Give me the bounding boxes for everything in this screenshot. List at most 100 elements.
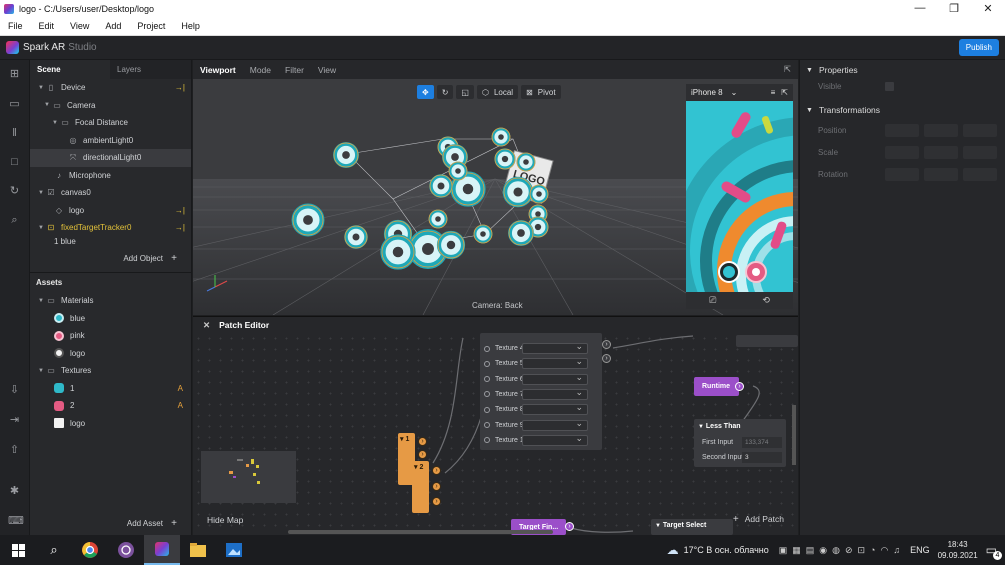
menu-file[interactable]: File bbox=[5, 21, 26, 31]
texture-dropdown[interactable] bbox=[522, 387, 588, 400]
import-icon[interactable]: ⇩ bbox=[8, 384, 21, 397]
position-x-input[interactable] bbox=[885, 123, 919, 137]
search-icon[interactable]: ⌕ bbox=[36, 535, 72, 565]
texture-input-row[interactable]: Texture 6 bbox=[480, 372, 602, 387]
tree-item-canvas[interactable]: ▼ ☑ canvas0 bbox=[30, 184, 191, 202]
properties-section[interactable]: ▼ Properties bbox=[800, 60, 1005, 75]
tree-item-microphone[interactable]: ♪ Microphone bbox=[30, 167, 191, 185]
menu-icon[interactable]: ≡ bbox=[771, 88, 776, 97]
rotation-z-input[interactable] bbox=[963, 167, 997, 181]
texture-logo[interactable]: logo bbox=[30, 415, 191, 433]
screenshot-icon[interactable]: ⎚ bbox=[709, 295, 716, 306]
photos-icon[interactable] bbox=[216, 535, 252, 565]
tree-item-blue[interactable]: 1 blue bbox=[30, 237, 191, 245]
spark-ar-taskbar-icon[interactable] bbox=[144, 535, 180, 565]
caret-down-icon[interactable]: ▼ bbox=[698, 424, 704, 430]
viber-icon[interactable] bbox=[108, 535, 144, 565]
file-explorer-icon[interactable] bbox=[180, 535, 216, 565]
folder-materials[interactable]: ▼ ▭ Materials bbox=[30, 292, 191, 310]
orange-port-icon[interactable]: › bbox=[418, 437, 427, 446]
orange-port-icon[interactable]: › bbox=[418, 450, 427, 459]
mini-map[interactable] bbox=[201, 451, 296, 503]
tab-mode[interactable]: Mode bbox=[250, 65, 271, 75]
texture-input-row[interactable]: Texture 9 bbox=[480, 418, 602, 433]
rotate-device-icon[interactable]: ⟲ bbox=[762, 295, 770, 306]
tab-scene[interactable]: Scene bbox=[30, 60, 110, 79]
texture-dropdown[interactable] bbox=[522, 356, 588, 370]
add-patch-button[interactable]: + Add Patch bbox=[733, 514, 784, 525]
caret-down-icon[interactable]: ▼ bbox=[52, 120, 60, 126]
output-port-icon[interactable]: › bbox=[602, 354, 611, 363]
menu-add[interactable]: Add bbox=[102, 21, 124, 31]
language-indicator[interactable]: ENG bbox=[910, 545, 930, 555]
chrome-icon[interactable] bbox=[72, 535, 108, 565]
runtime-output-port-icon[interactable]: › bbox=[735, 382, 744, 391]
pivot-button[interactable]: ⊠ Pivot bbox=[521, 85, 561, 99]
collapsed-node[interactable] bbox=[736, 335, 798, 347]
maximize-button[interactable]: ❐ bbox=[937, 2, 971, 15]
texture-dropdown[interactable] bbox=[522, 402, 588, 416]
node-2[interactable]: ▾ 2 bbox=[412, 461, 429, 513]
texture-1[interactable]: 1 A bbox=[30, 380, 191, 398]
device-select[interactable]: iPhone 8 bbox=[691, 88, 723, 97]
tree-item-focal-distance[interactable]: ▼ ▭ Focal Distance bbox=[30, 114, 191, 132]
upload-icon[interactable]: ⇧ bbox=[8, 444, 21, 457]
texture-input-row[interactable]: Texture 10 bbox=[480, 433, 602, 448]
menu-edit[interactable]: Edit bbox=[36, 21, 58, 31]
rotate-icon[interactable]: ↻ bbox=[8, 185, 21, 198]
texture-input-row[interactable]: Texture 7 bbox=[480, 387, 602, 402]
material-pink[interactable]: pink bbox=[30, 327, 191, 345]
caret-down-icon[interactable]: ▼ bbox=[38, 225, 46, 231]
tray-icons[interactable]: ▣▦▤◉◍⊘⊡◔◠♫ bbox=[779, 545, 905, 556]
rotation-x-input[interactable] bbox=[885, 167, 919, 181]
caret-down-icon[interactable]: ▼ bbox=[655, 523, 661, 529]
tree-item-target-tracker[interactable]: ▼ ⊡ fixedTargetTracker0 →| bbox=[30, 219, 191, 237]
position-y-input[interactable] bbox=[924, 123, 958, 137]
keyboard-icon[interactable]: ⌨ bbox=[8, 515, 24, 528]
tab-layers[interactable]: Layers bbox=[110, 60, 148, 79]
orange-port-icon[interactable]: › bbox=[432, 466, 441, 475]
login-icon[interactable]: ⇥ bbox=[8, 414, 21, 427]
yellow-arrow-icon[interactable]: →| bbox=[175, 83, 185, 92]
caret-down-icon[interactable]: ▼ bbox=[806, 107, 813, 114]
tree-item-logo[interactable]: ◇ logo →| bbox=[30, 202, 191, 220]
target-select-node[interactable]: ▼ Target Select bbox=[651, 519, 733, 535]
scale-x-input[interactable] bbox=[885, 145, 919, 159]
position-z-input[interactable] bbox=[963, 123, 997, 137]
output-port-icon[interactable]: › bbox=[602, 340, 611, 349]
texture-dropdown[interactable] bbox=[522, 433, 588, 446]
orange-port-icon[interactable]: › bbox=[432, 497, 441, 506]
square-icon[interactable]: □ bbox=[8, 156, 21, 169]
caret-down-icon[interactable]: ▼ bbox=[38, 298, 46, 304]
search-icon[interactable]: ⌕ bbox=[8, 214, 21, 227]
tab-view[interactable]: View bbox=[318, 65, 336, 75]
external-link-icon[interactable]: ⇱ bbox=[781, 88, 788, 97]
caret-down-icon[interactable]: ▼ bbox=[38, 190, 46, 196]
texture-dropdown[interactable] bbox=[522, 372, 588, 385]
material-blue[interactable]: blue bbox=[30, 310, 191, 328]
patch-horizontal-scrollbar[interactable] bbox=[288, 530, 553, 534]
weather-text[interactable]: 17°C В осн. облачно bbox=[684, 545, 769, 555]
tree-item-directional-light[interactable]: ⤧ directionalLight0 bbox=[30, 149, 191, 167]
scale-y-input[interactable] bbox=[924, 145, 958, 159]
input-port-icon[interactable] bbox=[484, 345, 490, 352]
yellow-arrow-icon[interactable]: →| bbox=[175, 206, 185, 215]
texture-2[interactable]: 2 A bbox=[30, 397, 191, 415]
caret-down-icon[interactable]: ▼ bbox=[38, 368, 46, 374]
texture-dropdown[interactable] bbox=[522, 418, 588, 431]
windows-start-icon[interactable] bbox=[0, 535, 36, 565]
transformations-section[interactable]: ▼ Transformations bbox=[800, 97, 1005, 115]
add-object-button[interactable]: Add Object + bbox=[123, 253, 177, 264]
texture-input-row[interactable]: Texture 8 bbox=[480, 402, 602, 417]
external-link-icon[interactable]: ⇱ bbox=[784, 64, 791, 75]
caret-down-icon[interactable]: ▼ bbox=[806, 67, 813, 74]
rotation-y-input[interactable] bbox=[924, 167, 958, 181]
input-port-icon[interactable] bbox=[484, 422, 490, 428]
video-icon[interactable]: ▭ bbox=[8, 98, 21, 111]
chevron-down-icon[interactable]: ⌄ bbox=[731, 88, 738, 97]
caret-down-icon[interactable]: ▼ bbox=[44, 102, 52, 108]
menu-help[interactable]: Help bbox=[178, 21, 203, 31]
input-port-icon[interactable] bbox=[484, 391, 490, 398]
visible-checkbox[interactable] bbox=[885, 81, 894, 91]
notifications-icon[interactable]: ▭ 4 bbox=[986, 543, 1002, 560]
